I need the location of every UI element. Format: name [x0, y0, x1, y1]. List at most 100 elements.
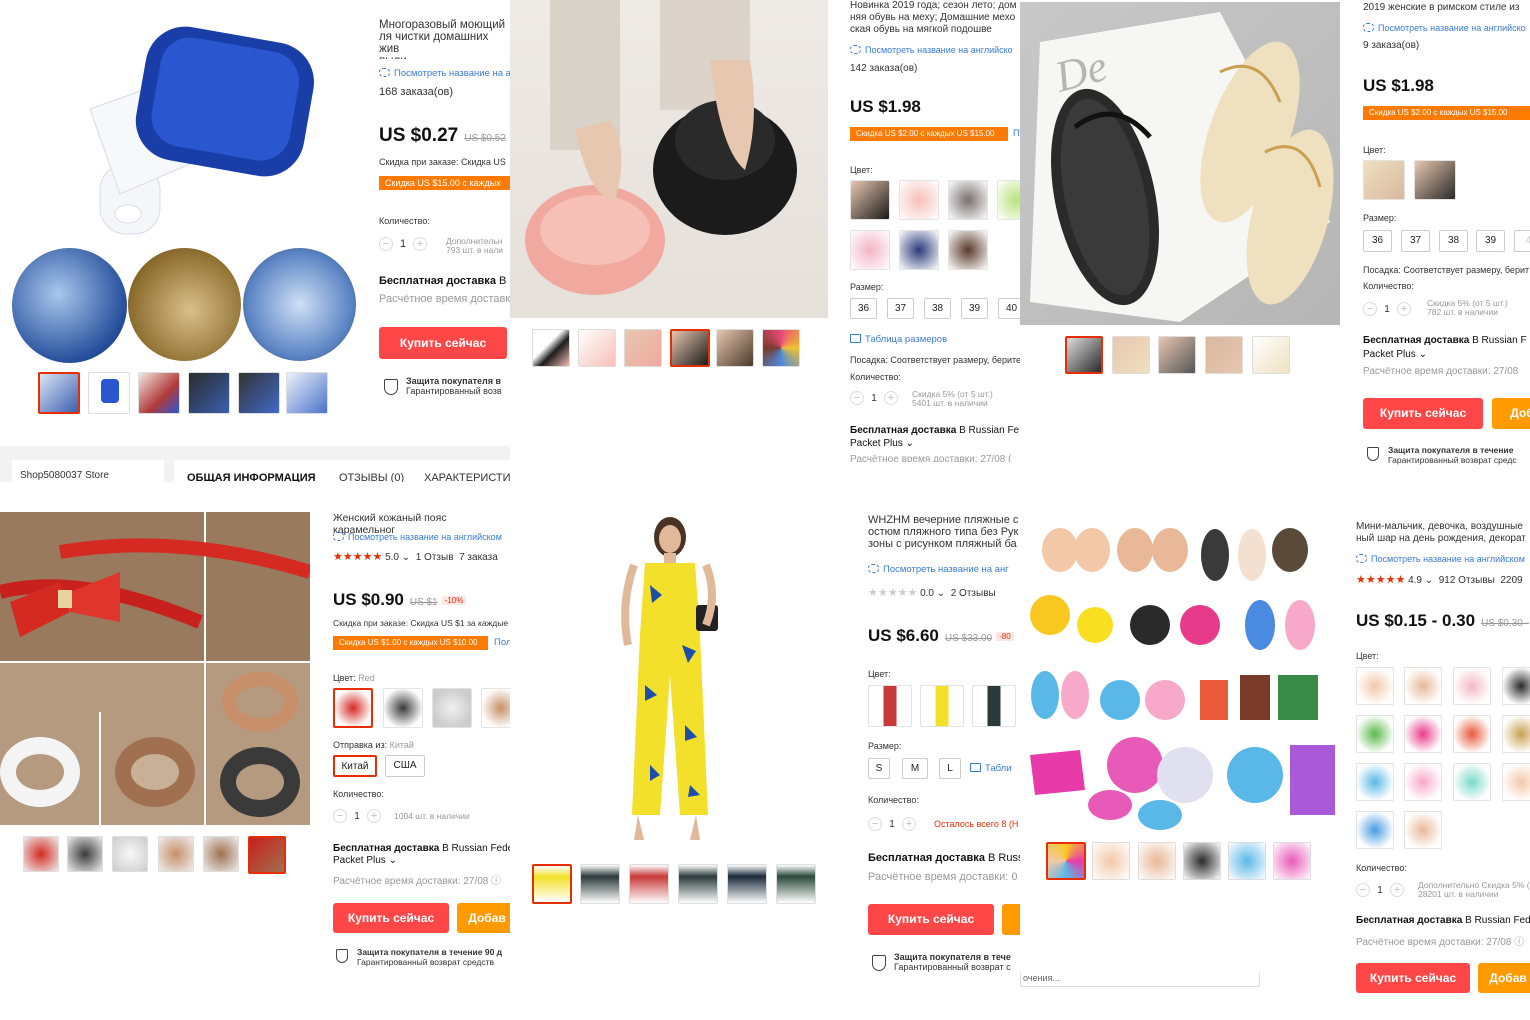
shipping-info[interactable]: Бесплатная доставка В Russ — [868, 852, 1020, 864]
thumbnail-1[interactable] — [23, 836, 59, 872]
translate-link[interactable]: Посмотреть название на анг — [868, 564, 1009, 575]
quantity-stepper[interactable]: −1 + — [1363, 302, 1411, 316]
thumbnail-5[interactable] — [203, 836, 239, 872]
coupon-more[interactable]: П — [1013, 128, 1020, 139]
product-title[interactable]: Новинка 2019 года; сезон лето; дом няя о… — [850, 0, 1020, 36]
size-table-link[interactable]: Таблица размеров — [850, 334, 947, 345]
color-swatch[interactable] — [1453, 667, 1491, 705]
color-swatch[interactable] — [1404, 715, 1442, 753]
color-swatch[interactable] — [1356, 667, 1394, 705]
quantity-stepper[interactable]: −1 + — [1356, 883, 1404, 897]
product-title[interactable]: Мини-мальчик, девочка, воздушные ный шар… — [1356, 521, 1530, 549]
rating-row[interactable]: ★★★★★ 0.0 ⌄ 2 Отзывы — [868, 586, 996, 599]
buy-now-button[interactable]: Купить сейчас — [1363, 398, 1483, 429]
thumbnail-4[interactable] — [1205, 336, 1243, 374]
coupon-more[interactable]: Пол — [494, 637, 510, 648]
color-swatch-white[interactable] — [432, 688, 472, 728]
size-option-m[interactable]: M — [902, 758, 928, 779]
size-option[interactable]: 38 — [924, 298, 951, 319]
main-product-image[interactable] — [30, 14, 340, 239]
color-swatch[interactable] — [1453, 763, 1491, 801]
thumbnail-3[interactable] — [1158, 336, 1196, 374]
shipping-info[interactable]: Бесплатная доставка В Russian Fede — [1356, 915, 1530, 927]
color-swatch-2[interactable] — [899, 180, 939, 220]
translate-link[interactable]: Посмотреть название на английско — [1363, 23, 1526, 33]
rating-row[interactable]: ★★★★★ 5.0 ⌄ 1 Отзыв 7 заказа — [333, 550, 498, 563]
shipping-info[interactable]: Бесплатная доставка В Russian Fe — [850, 425, 1019, 437]
size-option[interactable]: 37 — [1401, 230, 1430, 252]
color-swatch-2[interactable] — [1414, 160, 1456, 200]
size-option[interactable]: 39 — [961, 298, 988, 319]
thumbnail-3[interactable] — [1138, 842, 1176, 880]
quantity-stepper[interactable]: −1 + — [850, 391, 898, 405]
thumbnail-6[interactable] — [776, 864, 816, 904]
origin-option-china[interactable]: Китай — [333, 755, 377, 777]
shipping-method[interactable]: Packet Plus ⌄ — [850, 438, 914, 450]
thumbnail-5[interactable] — [716, 329, 754, 367]
main-product-image[interactable] — [0, 512, 313, 825]
tab-reviews[interactable]: ОТЗЫВЫ (0) — [339, 472, 404, 482]
minus-button[interactable]: − — [1356, 883, 1370, 897]
thumbnail-3[interactable] — [112, 836, 148, 872]
main-product-image[interactable] — [1020, 515, 1342, 835]
thumbnail-6[interactable] — [248, 836, 286, 874]
plus-button[interactable]: + — [1390, 883, 1404, 897]
thumbnail-4[interactable] — [1183, 842, 1221, 880]
thumbnail-6[interactable] — [1273, 842, 1311, 880]
tab-general-info[interactable]: ОБЩАЯ ИНФОРМАЦИЯ — [187, 472, 316, 482]
plus-button[interactable]: + — [367, 809, 381, 823]
translate-link[interactable]: Посмотреть название на английском — [333, 532, 502, 542]
tab-specifications[interactable]: ХАРАКТЕРИСТИК — [424, 472, 510, 482]
add-to-cart-button[interactable]: Доб — [1492, 398, 1530, 429]
buy-now-button[interactable]: Купить сейчас — [333, 903, 449, 933]
buy-now-button[interactable]: Купить сейчас — [379, 327, 507, 359]
size-option[interactable]: 39 — [1476, 230, 1505, 252]
thumbnail-6[interactable] — [286, 372, 328, 414]
thumbnail-5[interactable] — [727, 864, 767, 904]
quantity-stepper[interactable]: −1 + — [379, 237, 427, 251]
color-swatch-1[interactable] — [1363, 160, 1405, 200]
color-swatch[interactable] — [1404, 763, 1442, 801]
size-option[interactable]: 36 — [1363, 230, 1392, 252]
thumbnail-3[interactable] — [629, 864, 669, 904]
thumbnail-3[interactable] — [138, 372, 180, 414]
thumbnail-4[interactable] — [678, 864, 718, 904]
color-swatch-black[interactable] — [383, 688, 423, 728]
color-swatch-5[interactable] — [850, 230, 890, 270]
size-option[interactable]: 4 — [1514, 230, 1530, 252]
plus-button[interactable]: + — [1397, 302, 1411, 316]
thumbnail-6[interactable] — [762, 329, 800, 367]
color-swatch[interactable] — [1502, 715, 1530, 753]
quantity-stepper[interactable]: −1 + — [333, 809, 381, 823]
thumbnail-2[interactable] — [1112, 336, 1150, 374]
color-swatch-yellow[interactable] — [920, 685, 964, 727]
thumbnail-2[interactable] — [578, 329, 616, 367]
add-to-cart-button[interactable]: Добав — [457, 903, 510, 933]
color-swatch-dark[interactable] — [972, 685, 1016, 727]
buy-now-button[interactable]: Купить сейчас — [1356, 963, 1470, 993]
shipping-info[interactable]: Бесплатная доставка В Russian Fede — [333, 843, 510, 855]
size-option-l[interactable]: L — [939, 758, 961, 779]
main-product-image[interactable] — [510, 0, 828, 318]
coupon-badge[interactable]: Скидка US $15.00 с каждых — [379, 176, 510, 190]
size-table-link[interactable]: Табли — [970, 763, 1012, 774]
thumbnail-4[interactable] — [670, 329, 710, 367]
size-option[interactable]: 36 — [850, 298, 877, 319]
size-option[interactable]: 38 — [1439, 230, 1468, 252]
thumbnail-1[interactable] — [532, 329, 570, 367]
color-swatch[interactable] — [1404, 667, 1442, 705]
origin-option-usa[interactable]: США — [385, 755, 425, 777]
shipping-method[interactable]: Packet Plus ⌄ — [1363, 349, 1427, 361]
color-swatch-6[interactable] — [899, 230, 939, 270]
plus-button[interactable]: + — [884, 391, 898, 405]
color-swatch[interactable] — [1356, 715, 1394, 753]
color-swatch-1[interactable] — [850, 180, 890, 220]
add-to-cart-button[interactable] — [1002, 904, 1020, 935]
color-swatch-red[interactable] — [333, 688, 373, 728]
usage-photo-3[interactable] — [243, 248, 356, 361]
color-swatch-7[interactable] — [948, 230, 988, 270]
thumbnail-1[interactable] — [1065, 336, 1103, 374]
usage-photo-1[interactable] — [12, 248, 127, 363]
product-title[interactable]: 2019 женские в римском стиле из — [1363, 2, 1519, 14]
minus-button[interactable]: − — [1363, 302, 1377, 316]
